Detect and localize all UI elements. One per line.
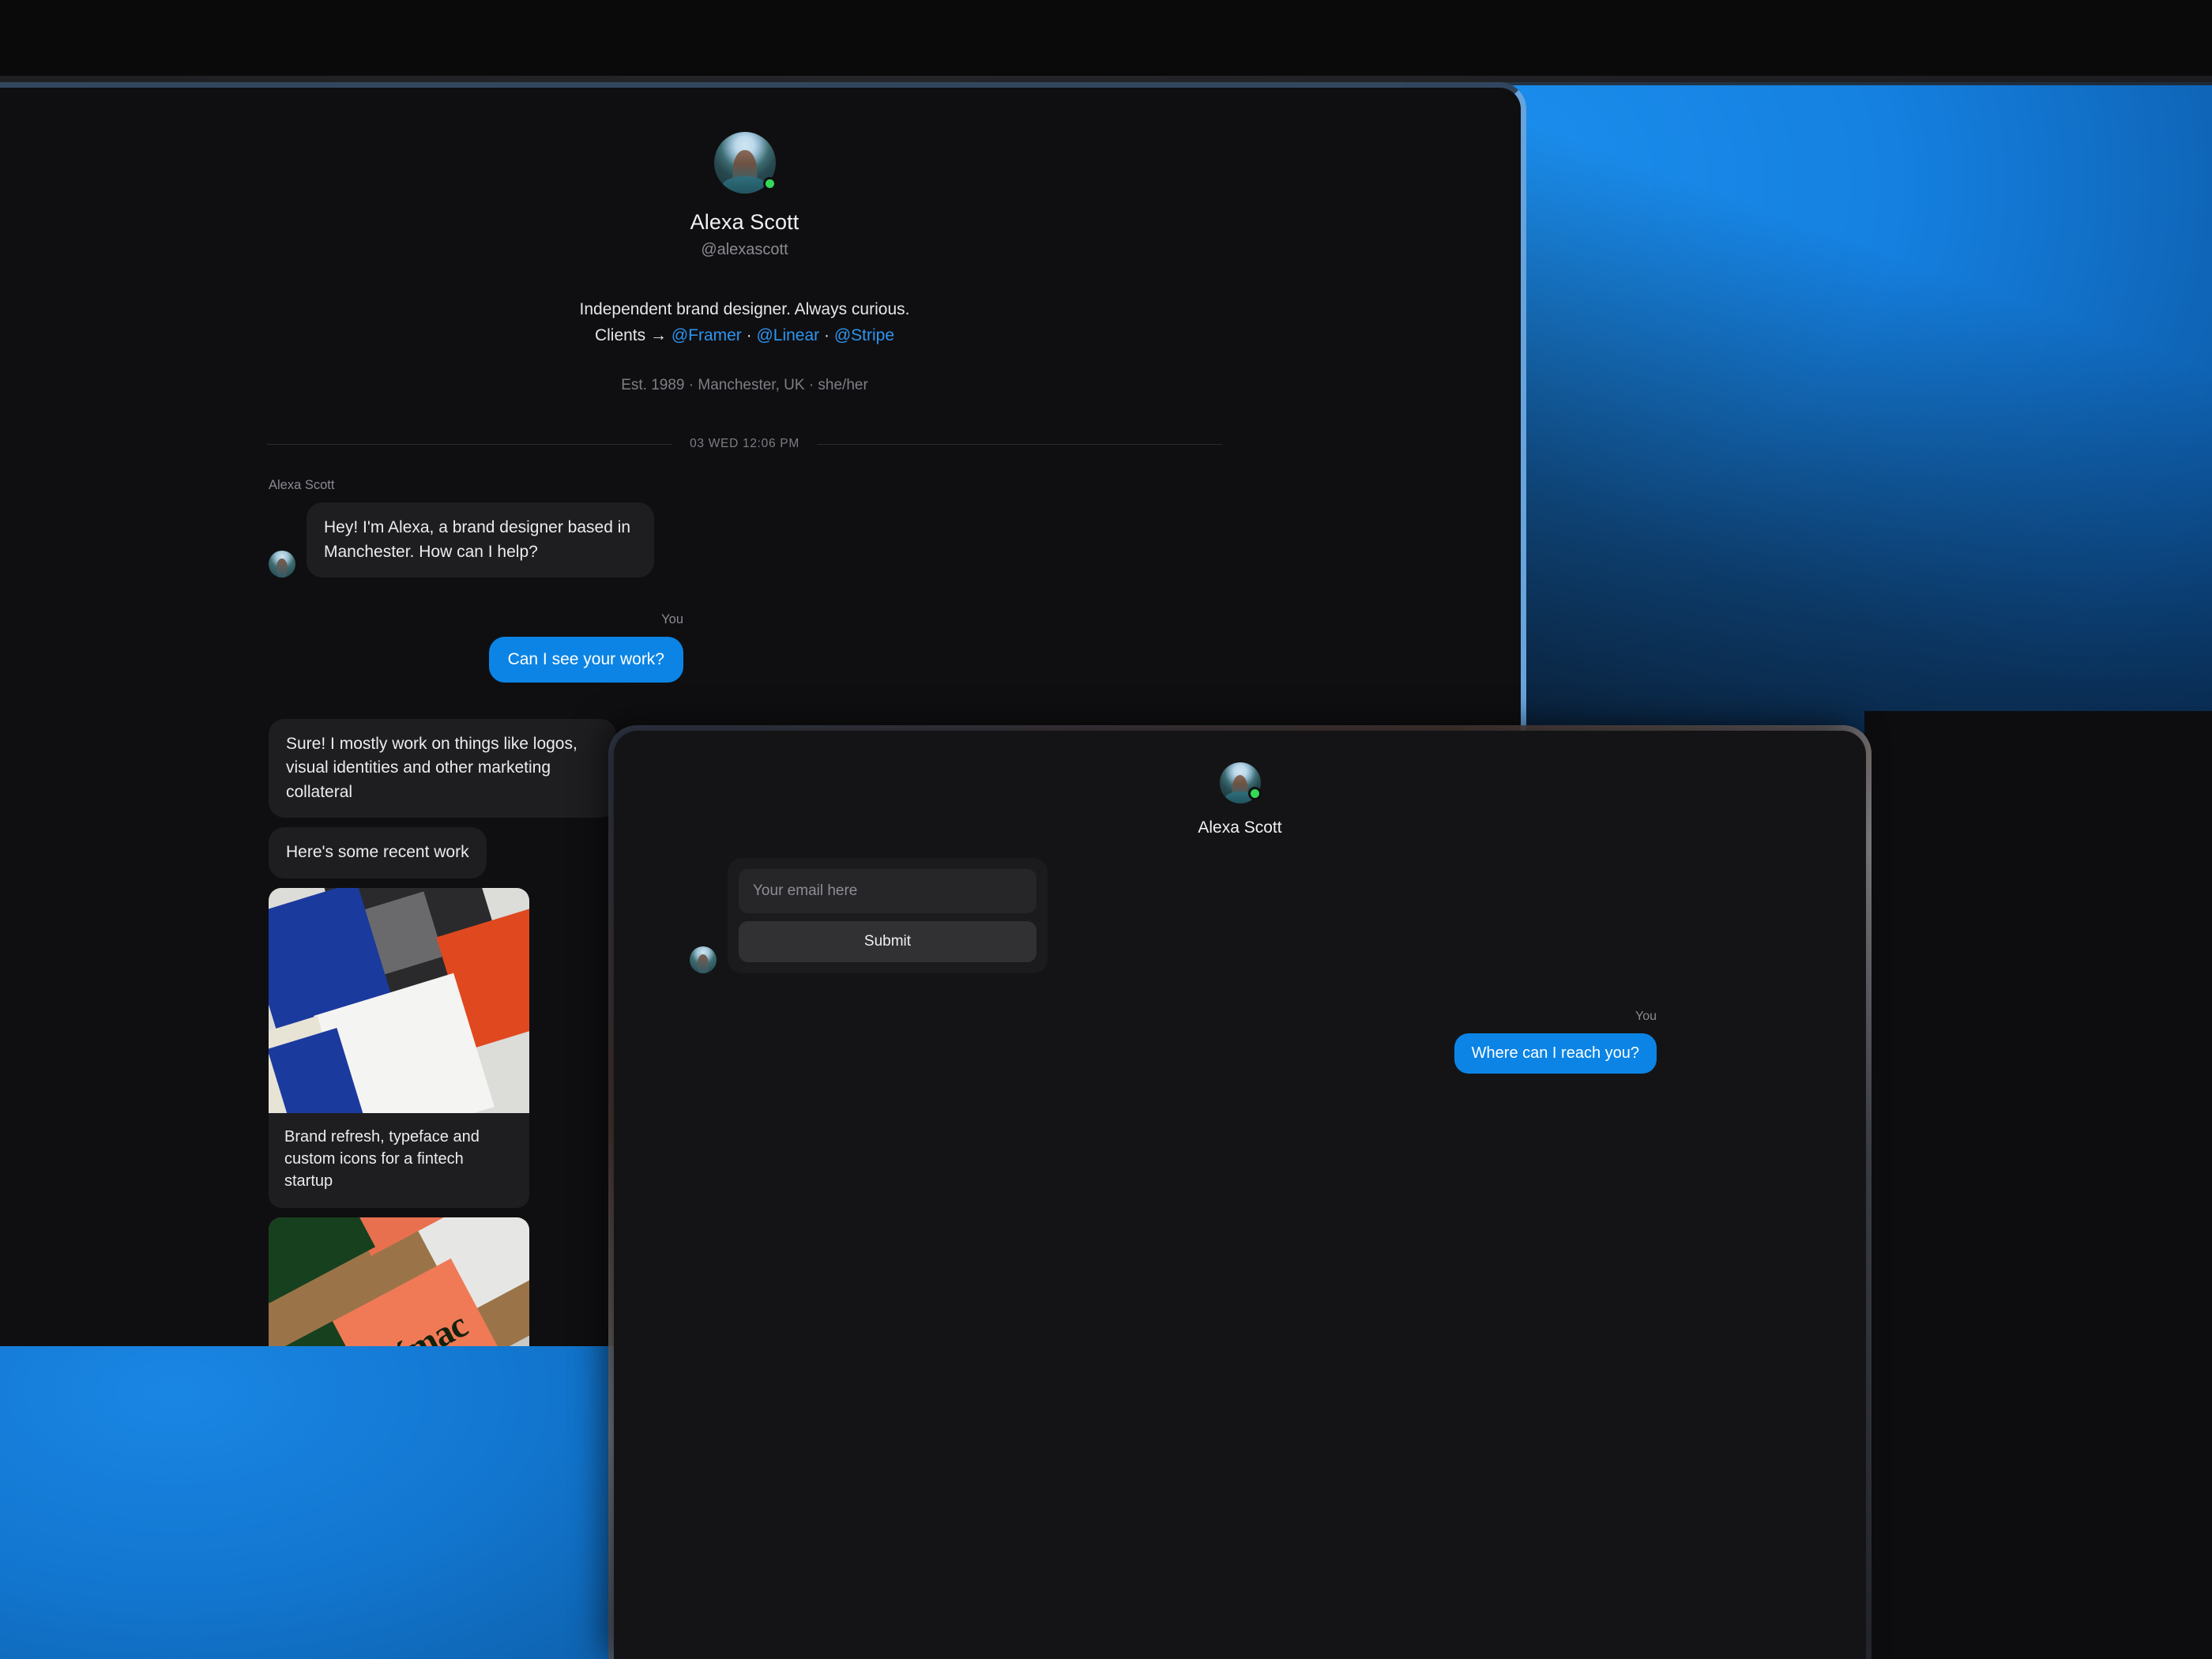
message-avatar — [690, 946, 717, 973]
huemac-business-cards-artwork-icon: Huémac — [269, 1217, 529, 1346]
avatar[interactable] — [1219, 762, 1262, 803]
date-divider: 03 WED 12:06 PM — [267, 437, 1223, 451]
submit-button[interactable]: Submit — [739, 921, 1036, 962]
background-top-band — [0, 0, 2212, 82]
message-sender-label: You — [661, 611, 683, 626]
page-title: Alexa Scott — [690, 210, 799, 234]
message-group-alexa-1: Alexa Scott Hey! I'm Alexa, a brand desi… — [0, 478, 1521, 577]
work-card-huemac[interactable]: Huémac — [269, 1217, 529, 1346]
message-bubble: Here's some recent work — [269, 827, 487, 878]
chat-window-front: Alexa Scott Your email here Submit You W… — [614, 731, 1866, 1659]
message-row: Hey! I'm Alexa, a brand designer based i… — [269, 502, 1521, 577]
message-avatar — [269, 550, 295, 577]
bio-line-1: Independent brand designer. Always curio… — [579, 300, 910, 318]
page-title: Alexa Scott — [1198, 818, 1282, 837]
castro-capital-brand-artwork-icon — [269, 887, 529, 1113]
client-link-linear[interactable]: @Linear — [756, 326, 819, 344]
work-card-castro[interactable]: Brand refresh, typeface and custom icons… — [269, 887, 529, 1208]
front-message-thread: Your email here Submit You Where can I r… — [614, 858, 1866, 1659]
work-card-caption: Brand refresh, typeface and custom icons… — [284, 1127, 480, 1190]
profile-handle: @alexascott — [701, 241, 788, 258]
client-sep-2: · — [819, 325, 834, 344]
email-form-row: Your email here Submit — [614, 858, 1866, 973]
message-bubble-outgoing: Can I see your work? — [488, 636, 683, 683]
email-capture-card: Your email here Submit — [728, 858, 1048, 973]
message-group-you-1: You Can I see your work? — [0, 612, 1521, 683]
profile-bio: Independent brand designer. Always curio… — [0, 297, 1521, 348]
message-sender-label: Alexa Scott — [269, 478, 335, 493]
front-profile-header: Alexa Scott — [614, 731, 1866, 837]
bio-line-2: Clients → @Framer · @Linear · @Stripe — [0, 323, 1521, 349]
message-bubble: Sure! I mostly work on things like logos… — [269, 718, 616, 818]
message-bubble-outgoing: Where can I reach you? — [1454, 1033, 1657, 1074]
message-group-alexa: Alexa Scott My email is alexascott@gmail… — [614, 1108, 1866, 1659]
message-sender-label: You — [1635, 1010, 1657, 1023]
background-right-dark — [1864, 711, 2212, 1659]
message-group-you: You Where can I reach you? — [614, 1010, 1866, 1074]
profile-meta: Est. 1989 · Manchester, UK · she/her — [621, 377, 868, 394]
email-input[interactable]: Your email here — [739, 869, 1036, 913]
message-bubble: Hey! I'm Alexa, a brand designer based i… — [307, 502, 654, 577]
profile-header: Alexa Scott @alexascott Independent bran… — [0, 88, 1521, 394]
screen: Alexa Scott @alexascott Independent bran… — [0, 0, 2212, 1659]
divider-line-left — [267, 443, 673, 445]
client-link-stripe[interactable]: @Stripe — [834, 326, 894, 344]
divider-line-right — [816, 443, 1223, 445]
online-status-dot — [1247, 787, 1262, 800]
client-link-framer[interactable]: @Framer — [672, 326, 742, 344]
client-sep-1: · — [741, 325, 757, 344]
clients-prefix: Clients → — [594, 325, 672, 344]
online-status-dot — [762, 177, 777, 190]
date-divider-label: 03 WED 12:06 PM — [690, 437, 799, 451]
avatar[interactable] — [713, 132, 777, 194]
